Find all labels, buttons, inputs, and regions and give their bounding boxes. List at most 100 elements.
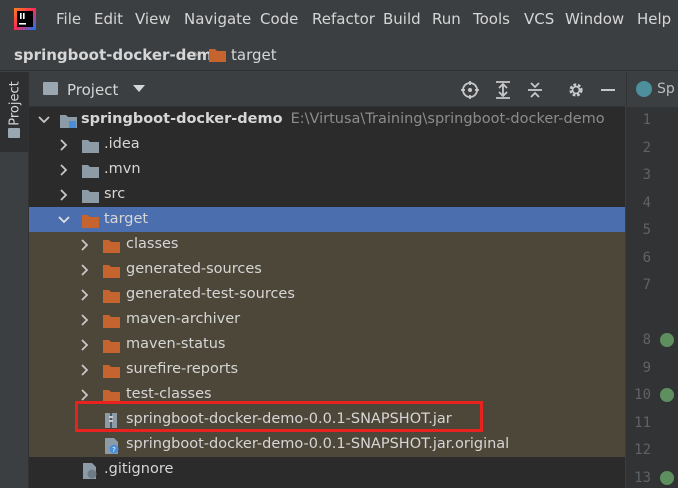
spring-bean-icon[interactable]: [660, 471, 674, 485]
menu-edit[interactable]: Edit: [94, 9, 123, 29]
excluded-folder-icon: [103, 363, 120, 378]
tree-row-target[interactable]: target: [29, 207, 625, 232]
line-number: 10: [634, 387, 651, 403]
root-path: E:\Virtusa\Training\springboot-docker-de…: [290, 111, 605, 127]
tree-item-label: .mvn: [104, 161, 141, 177]
tree-row-src[interactable]: src: [29, 182, 625, 207]
line-number: 5: [642, 222, 651, 238]
tree-root-label: springboot-docker-demo E:\Virtusa\Trainin…: [81, 110, 605, 129]
panel-title: Project: [67, 81, 119, 99]
folder-icon: [82, 188, 99, 203]
tree-item-label: generated-test-sources: [126, 286, 295, 302]
tree-item-label: surefire-reports: [126, 361, 239, 377]
module-folder-icon: [60, 113, 77, 128]
editor-gutter: 1 2 3 4 5 6 7 8 9 10 11 12 13: [626, 107, 678, 488]
excluded-folder-icon: [82, 213, 99, 228]
project-tool-tab-label: Project: [7, 81, 23, 126]
line-number: 8: [642, 332, 651, 348]
chevron-right-icon[interactable]: [78, 262, 92, 276]
annotation-highlight-box: [75, 401, 483, 432]
unknown-file-icon: ?: [105, 438, 119, 454]
breadcrumb-folder[interactable]: target: [231, 46, 277, 64]
project-folder-icon: [8, 128, 20, 138]
chevron-down-icon[interactable]: [57, 212, 71, 226]
tree-row-gitignore[interactable]: .gitignore: [29, 457, 625, 482]
tree-row-surefire-reports[interactable]: surefire-reports: [29, 357, 625, 382]
collapse-all-icon[interactable]: [525, 80, 545, 100]
excluded-folder-icon: [103, 238, 120, 253]
find-usages-icon[interactable]: [660, 333, 674, 347]
chevron-right-icon[interactable]: [78, 362, 92, 376]
line-number: 6: [642, 250, 651, 266]
menu-code[interactable]: Code: [260, 9, 298, 29]
tree-row-mvn[interactable]: .mvn: [29, 157, 625, 182]
menu-navigate[interactable]: Navigate: [184, 9, 251, 29]
root-name: springboot-docker-demo: [81, 111, 283, 127]
gear-icon[interactable]: [566, 80, 586, 100]
tree-item-label: classes: [126, 236, 179, 252]
line-number: 13: [634, 470, 651, 486]
menu-refactor[interactable]: Refactor: [312, 9, 375, 29]
excluded-folder-icon: [103, 313, 120, 328]
menu-tools[interactable]: Tools: [473, 9, 510, 29]
tree-item-label: maven-archiver: [126, 311, 241, 327]
tree-row-generated-test-sources[interactable]: generated-test-sources: [29, 282, 625, 307]
excluded-folder-icon: [103, 288, 120, 303]
chevron-right-icon[interactable]: [78, 387, 92, 401]
tree-item-label: springboot-docker-demo-0.0.1-SNAPSHOT.ja…: [126, 436, 510, 452]
menu-file[interactable]: File: [56, 9, 81, 29]
line-number: 3: [642, 167, 651, 183]
tree-item-label: src: [104, 186, 126, 202]
chevron-right-icon[interactable]: [57, 162, 71, 176]
chevron-right-icon[interactable]: [57, 187, 71, 201]
menu-view[interactable]: View: [135, 9, 171, 29]
excluded-folder-icon: [103, 263, 120, 278]
line-number: 12: [634, 442, 651, 458]
intellij-logo-icon: [14, 8, 36, 30]
menu-window[interactable]: Window: [565, 9, 624, 29]
menu-run[interactable]: Run: [432, 9, 461, 29]
folder-icon: [82, 163, 99, 178]
tree-item-label: target: [104, 211, 149, 227]
spring-class-icon: [636, 81, 652, 97]
line-number: 7: [642, 277, 651, 293]
editor-tab-label: Sp: [657, 81, 675, 97]
chevron-down-icon[interactable]: [37, 112, 51, 126]
chevron-right-icon[interactable]: [78, 337, 92, 351]
line-number: 4: [642, 195, 651, 211]
chevron-down-icon[interactable]: [133, 85, 145, 92]
project-folder-icon: [43, 82, 58, 95]
menu-help[interactable]: Help: [637, 9, 671, 29]
menu-vcs[interactable]: VCS: [524, 9, 554, 29]
line-number: 11: [634, 415, 651, 431]
tree-item-label: .gitignore: [104, 461, 174, 477]
svg-text:?: ?: [112, 446, 116, 454]
chevron-right-icon[interactable]: [78, 287, 92, 301]
chevron-right-icon[interactable]: [78, 312, 92, 326]
locate-icon[interactable]: [460, 80, 480, 100]
minimize-icon[interactable]: [598, 80, 618, 100]
spring-bean-icon[interactable]: [660, 388, 674, 402]
breadcrumb-project[interactable]: springboot-docker-demo: [14, 46, 223, 64]
excluded-folder-icon: [103, 388, 120, 403]
tree-row-generated-sources[interactable]: generated-sources: [29, 257, 625, 282]
expand-all-icon[interactable]: [493, 80, 513, 100]
folder-icon: [82, 138, 99, 153]
tree-row-classes[interactable]: classes: [29, 232, 625, 257]
tree-item-label: generated-sources: [126, 261, 262, 277]
tree-item-label: maven-status: [126, 336, 226, 352]
menu-build[interactable]: Build: [383, 9, 421, 29]
tree-row-idea[interactable]: .idea: [29, 132, 625, 157]
tree-row-maven-status[interactable]: maven-status: [29, 332, 625, 357]
line-number: 2: [642, 140, 651, 156]
tree-item-label: .idea: [104, 136, 140, 152]
excluded-folder-icon: [103, 338, 120, 353]
tree-row-root[interactable]: springboot-docker-demo E:\Virtusa\Trainin…: [29, 107, 625, 132]
line-number: 9: [642, 360, 651, 376]
tree-row-maven-archiver[interactable]: maven-archiver: [29, 307, 625, 332]
breadcrumb-separator-icon: ›: [193, 45, 199, 63]
tree-row-snapshot-jar-original[interactable]: ? springboot-docker-demo-0.0.1-SNAPSHOT.…: [29, 432, 625, 457]
chevron-right-icon[interactable]: [57, 137, 71, 151]
chevron-right-icon[interactable]: [78, 237, 92, 251]
line-number: 1: [642, 112, 651, 128]
